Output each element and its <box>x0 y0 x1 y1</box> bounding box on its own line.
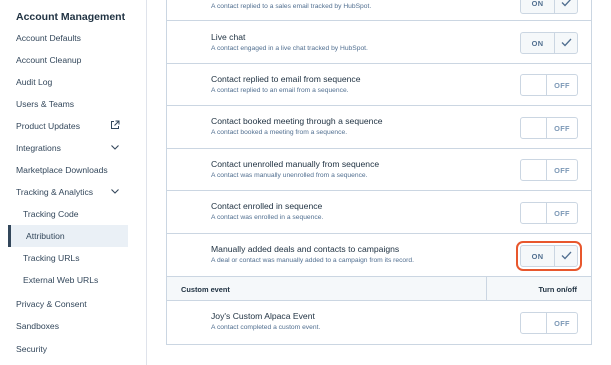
row-title: Contact booked meeting through a sequenc… <box>211 116 383 126</box>
row-description: A contact engaged in a live chat tracked… <box>211 45 368 52</box>
row-title: Joy's Custom Alpaca Event <box>211 311 315 321</box>
sidebar-item-label: Audit Log <box>16 77 53 87</box>
toggle-switch[interactable]: OFF <box>520 159 578 181</box>
row-title: Contact replied to email from sequence <box>211 74 361 84</box>
table-row: Manually added deals and contacts to cam… <box>167 234 591 277</box>
toggle-state-label: ON <box>531 38 544 48</box>
toggle-state-label: OFF <box>554 123 570 133</box>
toggle-switch[interactable]: OFF <box>520 117 578 139</box>
sidebar-item-label: Product Updates <box>16 121 81 131</box>
sidebar-item-attribution[interactable]: Attribution <box>8 225 128 247</box>
sidebar-item-integrations[interactable]: Integrations <box>0 137 146 159</box>
sidebar-item-product-updates[interactable]: Product Updates <box>0 115 146 137</box>
sidebar-item-account-defaults[interactable]: Account Defaults <box>0 27 146 49</box>
table-row: Live chat A contact engaged in a live ch… <box>167 21 591 64</box>
sidebar-item-sandboxes[interactable]: Sandboxes <box>0 315 146 337</box>
row-description: A contact replied to a sales email track… <box>211 3 372 10</box>
checkmark-icon <box>561 34 572 52</box>
external-link-icon <box>110 120 120 130</box>
toggle-switch[interactable]: OFF <box>520 74 578 96</box>
row-title: Contact unenrolled manually from sequenc… <box>211 159 380 169</box>
toggle-state-label: OFF <box>554 208 570 218</box>
custom-event-header: Custom event Turn on/off <box>167 277 591 301</box>
sidebar-item-label: Sandboxes <box>16 321 60 331</box>
sidebar-item-label: Users & Teams <box>16 99 75 109</box>
sidebar-item-label: Security <box>16 344 48 354</box>
sidebar-item-marketplace-downloads[interactable]: Marketplace Downloads <box>0 159 146 181</box>
sidebar-item-tracking-analytics[interactable]: Tracking & Analytics <box>0 181 146 203</box>
attribution-events-table: A contact replied to a sales email track… <box>166 0 592 345</box>
toggle-switch[interactable]: ON <box>520 0 578 14</box>
table-row: Contact enrolled in sequence A contact w… <box>167 191 591 234</box>
checkmark-icon <box>561 247 572 265</box>
settings-sidebar: Account Management Account Defaults Acco… <box>0 0 147 365</box>
toggle-switch[interactable]: OFF <box>520 312 578 334</box>
table-row: Contact replied to email from sequence A… <box>167 64 591 106</box>
sidebar-item-label: Marketplace Downloads <box>16 165 108 175</box>
chevron-down-icon <box>110 142 120 152</box>
custom-event-column-header: Custom event <box>181 285 230 294</box>
row-description: A contact was manually unenrolled from a… <box>211 172 368 179</box>
table-row: A contact replied to a sales email track… <box>167 0 591 21</box>
sidebar-item-tracking-code[interactable]: Tracking Code <box>0 203 146 225</box>
sidebar-item-label: Tracking Code <box>23 209 79 219</box>
toggle-state-label: OFF <box>554 80 570 90</box>
column-divider <box>486 277 487 301</box>
table-row: Joy's Custom Alpaca Event A contact comp… <box>167 301 591 344</box>
toggle-state-label: OFF <box>554 165 570 175</box>
table-row: Contact unenrolled manually from sequenc… <box>167 149 591 191</box>
sidebar-item-label: External Web URLs <box>23 275 99 285</box>
turn-on-off-column-header: Turn on/off <box>538 285 577 294</box>
sidebar-item-external-web-urls[interactable]: External Web URLs <box>0 269 146 291</box>
sidebar-item-label: Account Cleanup <box>16 55 82 65</box>
toggle-state-label: ON <box>531 251 544 261</box>
sidebar-item-label: Privacy & Consent <box>16 299 87 309</box>
toggle-switch[interactable]: ON <box>516 241 582 271</box>
sidebar-item-label: Attribution <box>26 231 65 241</box>
row-description: A contact replied to an email from a seq… <box>211 87 349 94</box>
row-description: A deal or contact was manually added to … <box>211 257 414 264</box>
checkmark-icon <box>561 0 572 12</box>
row-title: Live chat <box>211 32 246 42</box>
sidebar-item-security[interactable]: Security <box>0 338 146 360</box>
sidebar-item-label: Tracking & Analytics <box>16 187 94 197</box>
row-title: Contact enrolled in sequence <box>211 201 323 211</box>
sidebar-item-label: Tracking URLs <box>23 253 80 263</box>
sidebar-item-privacy-consent[interactable]: Privacy & Consent <box>0 293 146 315</box>
toggle-switch[interactable]: ON <box>520 32 578 54</box>
toggle-state-label: ON <box>531 0 544 8</box>
row-title: Manually added deals and contacts to cam… <box>211 244 400 254</box>
sidebar-item-audit-log[interactable]: Audit Log <box>0 71 146 93</box>
row-description: A contact booked a meeting from a sequen… <box>211 129 348 136</box>
sidebar-item-label: Integrations <box>16 143 61 153</box>
row-description: A contact completed a custom event. <box>211 324 321 331</box>
chevron-down-icon <box>110 186 120 196</box>
sidebar-item-account-cleanup[interactable]: Account Cleanup <box>0 49 146 71</box>
sidebar-item-users-teams[interactable]: Users & Teams <box>0 93 146 115</box>
row-description: A contact was enrolled in a sequence. <box>211 214 324 221</box>
toggle-switch[interactable]: OFF <box>520 202 578 224</box>
sidebar-title: Account Management <box>16 11 126 23</box>
sidebar-item-tracking-urls[interactable]: Tracking URLs <box>0 247 146 269</box>
toggle-state-label: OFF <box>554 318 570 328</box>
sidebar-item-label: Account Defaults <box>16 33 81 43</box>
table-row: Contact booked meeting through a sequenc… <box>167 106 591 149</box>
